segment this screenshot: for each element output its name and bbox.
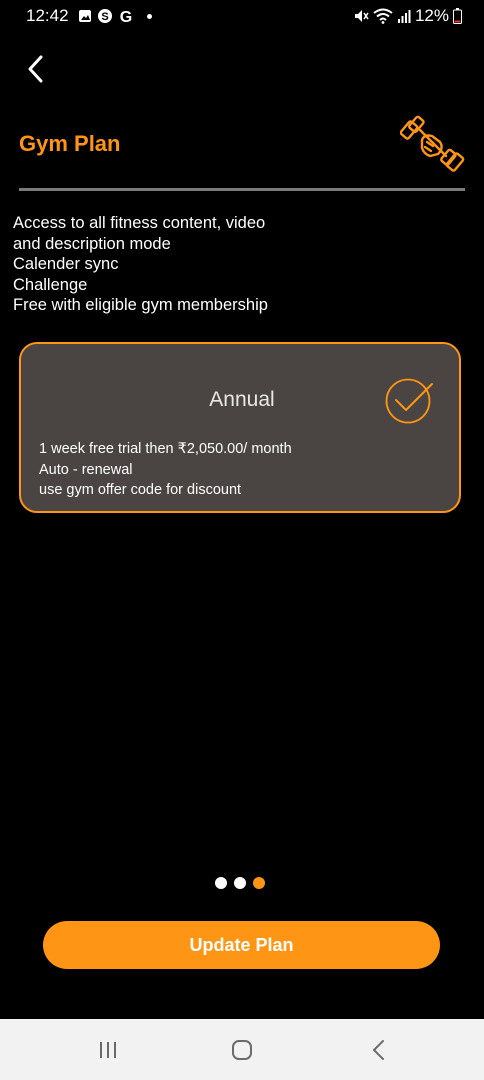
page-dot[interactable] [234, 877, 246, 889]
page-title: Gym Plan [19, 131, 121, 156]
plan-detail-line: 1 week free trial then ₹2,050.00/ month [39, 441, 292, 457]
title-divider [19, 188, 465, 191]
google-icon: G [120, 9, 132, 24]
system-icons: 12% [353, 6, 462, 26]
home-button[interactable] [227, 1037, 257, 1063]
feature-item: and description mode [13, 234, 171, 253]
status-time: 12:42 [26, 6, 69, 25]
update-plan-button[interactable]: Update Plan [43, 921, 440, 969]
system-back-button[interactable] [364, 1037, 394, 1063]
status-bar: 12:42 S G 12% [0, 0, 484, 34]
skype-icon: S [98, 9, 112, 23]
more-notifications-icon [147, 13, 152, 19]
dumbbell-fist-icon [400, 115, 465, 172]
chevron-left-icon [28, 55, 43, 83]
plan-detail-line: use gym offer code for discount [39, 482, 242, 498]
feature-item: Challenge [13, 275, 88, 294]
svg-text:G: G [120, 9, 132, 24]
back-button[interactable] [20, 52, 50, 86]
battery-percentage: 12% [414, 6, 449, 25]
page-indicator [215, 877, 265, 889]
back-arrow-icon [373, 1040, 384, 1060]
page-dot[interactable] [215, 877, 227, 889]
notification-icons: S G [78, 8, 152, 24]
mute-icon [354, 10, 369, 22]
signal-icon [397, 10, 411, 23]
system-nav-bar [0, 1019, 484, 1080]
plan-details: 1 week free trial then ₹2,050.00/ month … [39, 439, 292, 501]
gallery-icon [79, 10, 91, 22]
recent-apps-icon [100, 1042, 116, 1058]
battery-icon [453, 8, 462, 24]
page-dot-active[interactable] [253, 877, 265, 889]
recent-apps-button[interactable] [93, 1037, 123, 1063]
check-circle-icon [385, 378, 433, 424]
svg-text:S: S [101, 11, 108, 23]
plan-detail-line: Auto - renewal [39, 461, 133, 478]
feature-item: Calender sync [13, 255, 119, 274]
wifi-icon [373, 8, 393, 24]
plan-card-annual[interactable]: Annual 1 week free trial then ₹2,050.00/… [19, 342, 461, 513]
feature-item: Access to all fitness content, video [13, 214, 266, 232]
feature-item: Free with eligible gym membership [13, 296, 268, 315]
feature-list: Access to all fitness content, video and… [13, 213, 268, 316]
home-icon [232, 1040, 252, 1060]
